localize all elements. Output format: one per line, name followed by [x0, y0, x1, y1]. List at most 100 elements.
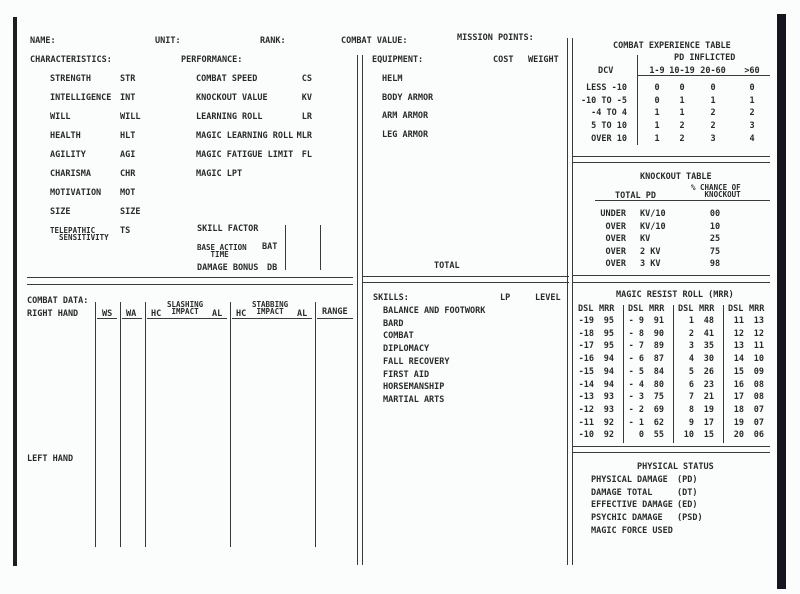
ko-condition: OVER [605, 221, 626, 232]
mrr-value: 15 [703, 430, 714, 441]
mrr-dsl: -17 [578, 341, 594, 352]
mrr-col-line [723, 305, 724, 443]
equip-divider-top [363, 276, 569, 277]
left-divider-top [27, 277, 353, 278]
cd-underline [147, 318, 227, 319]
mrr-value: 94 [603, 354, 614, 365]
bat-abbr: BAT [262, 242, 278, 252]
bat-label: BASE ACTION TIME [197, 243, 247, 259]
mrr-value: 62 [653, 417, 664, 428]
mrr-value: 11 [753, 341, 764, 352]
skill-item: HORSEMANSHIP [383, 382, 445, 393]
characteristic-abbr: WILL [120, 112, 141, 122]
skill-item: FALL RECOVERY [383, 356, 450, 367]
sf-box-right [320, 225, 321, 270]
ko-condition: UNDER [600, 209, 626, 219]
mrr-dsl: 2 [688, 328, 694, 339]
mrr-value: 90 [653, 328, 664, 339]
cet-value: 1 [679, 95, 685, 106]
mrr-dsl: 20 [733, 430, 744, 441]
characteristic-abbr: HLT [120, 131, 136, 141]
characteristics-title: CHARACTERISTICS: [30, 55, 112, 65]
cet-value: 2 [710, 108, 716, 119]
mrr-dsl: 10 [683, 430, 694, 441]
mrr-dsl: 9 [688, 417, 694, 428]
mrr-dsl: -15 [578, 366, 594, 377]
physical-status-label: PSYCHIC DAMAGE [591, 513, 663, 524]
mrr-value: 91 [653, 316, 664, 326]
characteristic-label: WILL [50, 112, 71, 122]
cet-value: 0 [679, 83, 685, 93]
cet-value: 0 [710, 83, 716, 93]
cet-divider-bottom [573, 162, 770, 163]
mrr-value: 41 [703, 328, 714, 339]
mrr-dsl: 11 [733, 316, 744, 326]
characteristic-abbr: MOT [120, 188, 136, 198]
cet-value: 3 [749, 121, 755, 132]
mrr-value: 94 [603, 366, 614, 377]
combat-data-title: COMBAT DATA: [27, 296, 89, 306]
center-vline-1 [357, 55, 358, 565]
mrr-value: 95 [603, 328, 614, 339]
physical-status-label: DAMAGE TOTAL [591, 487, 653, 498]
characteristic-label: HEALTH [50, 131, 81, 141]
mrr-col-line [623, 305, 624, 443]
characteristic-label: AGILITY [50, 150, 86, 160]
cet-column-header: >60 [744, 66, 760, 76]
mrr-dsl: 6 [688, 379, 694, 390]
rank-label: RANK: [260, 36, 286, 46]
cet-value: 4 [749, 133, 755, 144]
stabbing-header: STABBING IMPACT [252, 300, 289, 316]
ko-chance-header: % CHANCE OF KNOCKOUT [691, 183, 741, 199]
skill-item: COMBAT [383, 331, 414, 342]
left-hand-label: LEFT HAND [27, 454, 74, 464]
ko-chance: 10 [709, 221, 721, 232]
equipment-item: ARM ARMOR [382, 111, 429, 121]
cd-underline [97, 318, 117, 319]
range-header: RANGE [322, 307, 348, 317]
cd-col-line [230, 302, 231, 547]
left-border [13, 17, 17, 566]
mrr-value: 95 [603, 316, 614, 326]
ko-condition: OVER [605, 246, 626, 257]
cet-value: 1 [654, 108, 660, 119]
mrr-value: 55 [653, 430, 664, 441]
slashing-header: SLASHING IMPACT [167, 300, 204, 316]
right-vline-2 [572, 38, 573, 565]
ko-condition: OVER [605, 259, 626, 269]
mrr-value: 17 [703, 417, 714, 428]
equipment-total-label: TOTAL [434, 261, 460, 271]
mrr-dsl: -13 [578, 392, 594, 403]
ko-pd: KV/10 [640, 221, 666, 232]
mrr-value: 08 [753, 379, 764, 390]
right-hand-label: RIGHT HAND [27, 309, 79, 319]
characteristic-label: STRENGTH [50, 74, 91, 84]
cet-value: 1 [654, 133, 660, 144]
cet-value: 2 [710, 121, 716, 132]
mrr-dsl: -18 [578, 328, 594, 339]
skills-level-label: LEVEL [535, 293, 561, 303]
mrr-dsl: -19 [578, 316, 594, 326]
equipment-item: LEG ARMOR [382, 129, 429, 140]
mrr-dsl: 1 [688, 316, 694, 326]
cet-value: 0 [654, 95, 660, 106]
cd-col-line [145, 302, 146, 547]
mrr-dsl: - 8 [628, 328, 644, 339]
mrr-divider-bottom [573, 452, 770, 453]
cet-dcv: LESS -10 [586, 83, 627, 93]
mrr-value: 08 [753, 392, 764, 403]
mrr-divider-top [573, 446, 770, 447]
mrr-dsl: 4 [688, 354, 694, 365]
physical-status-label: EFFECTIVE DAMAGE [591, 500, 673, 511]
equipment-item: HELM [382, 74, 403, 84]
mrr-dsl: - 7 [628, 341, 644, 352]
cet-value: 2 [679, 121, 685, 132]
performance-abbr: KV [301, 93, 312, 103]
cet-value: 2 [749, 108, 755, 119]
mrr-value: 48 [703, 316, 714, 326]
mrr-dsl: - 3 [628, 392, 644, 403]
damage-bonus-label: DAMAGE BONUS [197, 263, 259, 273]
mrr-value: 21 [703, 392, 714, 403]
mrr-value: 75 [653, 392, 664, 403]
characteristic-label: SIZE [50, 207, 71, 217]
